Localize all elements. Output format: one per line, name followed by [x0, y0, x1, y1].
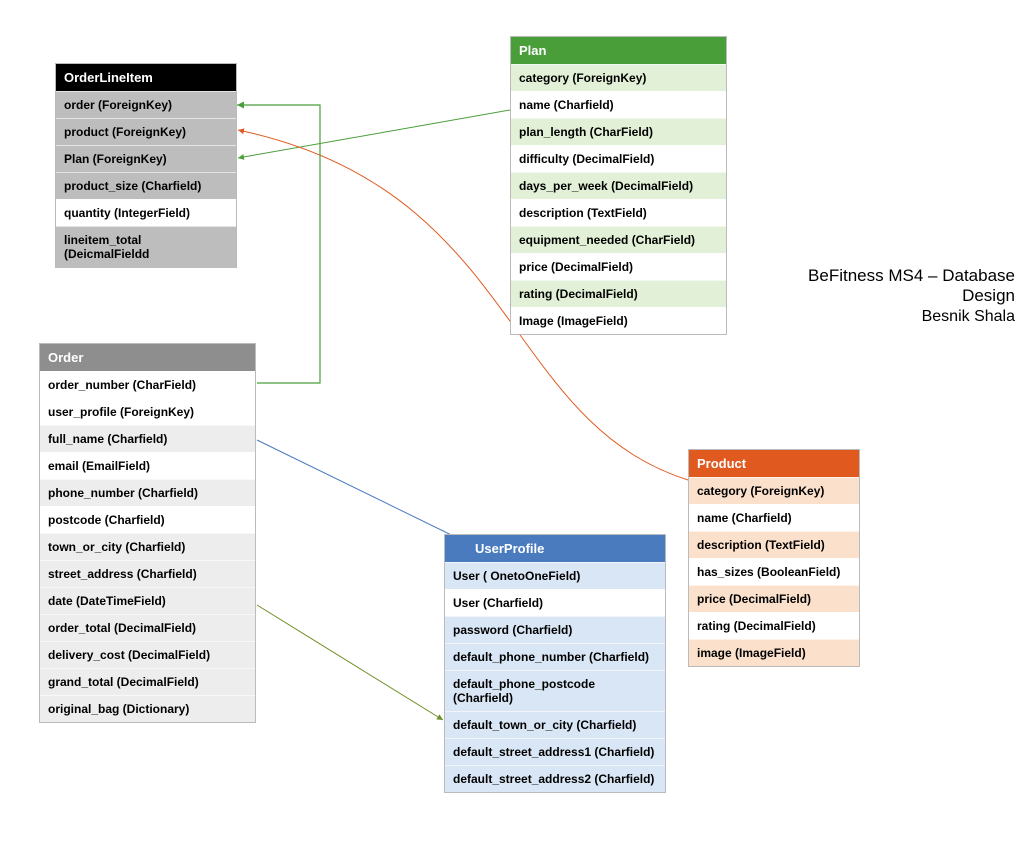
- field-row: original_bag (Dictionary): [40, 695, 255, 722]
- entity-header: OrderLineItem: [56, 64, 236, 91]
- entity-header: Product: [689, 450, 859, 477]
- field-row: lineitem_total (DeicmalFieldd: [56, 226, 236, 267]
- field-row: date (DateTimeField): [40, 587, 255, 614]
- entity-header: Order: [40, 344, 255, 371]
- field-row: default_street_address1 (Charfield): [445, 738, 665, 765]
- entity-plan: Plan category (ForeignKey)name (Charfiel…: [510, 36, 727, 335]
- field-row: quantity (IntegerField): [56, 199, 236, 226]
- field-row: Plan (ForeignKey): [56, 145, 236, 172]
- field-row: product_size (Charfield): [56, 172, 236, 199]
- field-row: rating (DecimalField): [511, 280, 726, 307]
- entity-orderlineitem: OrderLineItem order (ForeignKey)product …: [55, 63, 237, 268]
- line-plan-to-oli: [238, 110, 510, 158]
- field-row: email (EmailField): [40, 452, 255, 479]
- field-row: town_or_city (Charfield): [40, 533, 255, 560]
- field-row: postcode (Charfield): [40, 506, 255, 533]
- field-row: price (DecimalField): [689, 585, 859, 612]
- entity-userprofile: UserProfile User ( OnetoOneField)User (C…: [444, 534, 666, 793]
- field-row: description (TextField): [511, 199, 726, 226]
- field-row: Image (ImageField): [511, 307, 726, 334]
- field-row: days_per_week (DecimalField): [511, 172, 726, 199]
- title-line1: BeFitness MS4 – Database Design: [755, 266, 1015, 306]
- field-row: user_profile (ForeignKey): [40, 398, 255, 425]
- field-row: default_town_or_city (Charfield): [445, 711, 665, 738]
- field-row: product (ForeignKey): [56, 118, 236, 145]
- field-row: default_phone_postcode (Charfield): [445, 670, 665, 711]
- field-row: street_address (Charfield): [40, 560, 255, 587]
- entity-product: Product category (ForeignKey)name (Charf…: [688, 449, 860, 667]
- field-row: phone_number (Charfield): [40, 479, 255, 506]
- field-row: default_phone_number (Charfield): [445, 643, 665, 670]
- line-order-to-userprofile: [257, 440, 480, 549]
- field-row: rating (DecimalField): [689, 612, 859, 639]
- field-row: image (ImageField): [689, 639, 859, 666]
- entity-header: Plan: [511, 37, 726, 64]
- diagram-title: BeFitness MS4 – Database Design Besnik S…: [755, 266, 1015, 326]
- field-row: description (TextField): [689, 531, 859, 558]
- field-row: category (ForeignKey): [689, 477, 859, 504]
- field-row: category (ForeignKey): [511, 64, 726, 91]
- field-row: price (DecimalField): [511, 253, 726, 280]
- field-row: order_total (DecimalField): [40, 614, 255, 641]
- field-row: plan_length (CharField): [511, 118, 726, 145]
- field-row: full_name (Charfield): [40, 425, 255, 452]
- entity-order: Order order_number (CharField)user_profi…: [39, 343, 256, 723]
- field-row: password (Charfield): [445, 616, 665, 643]
- line-order-date-to-userprofile: [257, 605, 443, 720]
- field-row: default_street_address2 (Charfield): [445, 765, 665, 792]
- line-order-to-oli: [237, 105, 320, 383]
- field-row: grand_total (DecimalField): [40, 668, 255, 695]
- field-row: order_number (CharField): [40, 371, 255, 398]
- field-row: delivery_cost (DecimalField): [40, 641, 255, 668]
- field-row: equipment_needed (CharField): [511, 226, 726, 253]
- field-row: has_sizes (BooleanField): [689, 558, 859, 585]
- field-row: order (ForeignKey): [56, 91, 236, 118]
- field-row: name (Charfield): [689, 504, 859, 531]
- field-row: User (Charfield): [445, 589, 665, 616]
- entity-header: UserProfile: [445, 535, 665, 562]
- title-line2: Besnik Shala: [755, 308, 1015, 326]
- field-row: difficulty (DecimalField): [511, 145, 726, 172]
- field-row: User ( OnetoOneField): [445, 562, 665, 589]
- field-row: name (Charfield): [511, 91, 726, 118]
